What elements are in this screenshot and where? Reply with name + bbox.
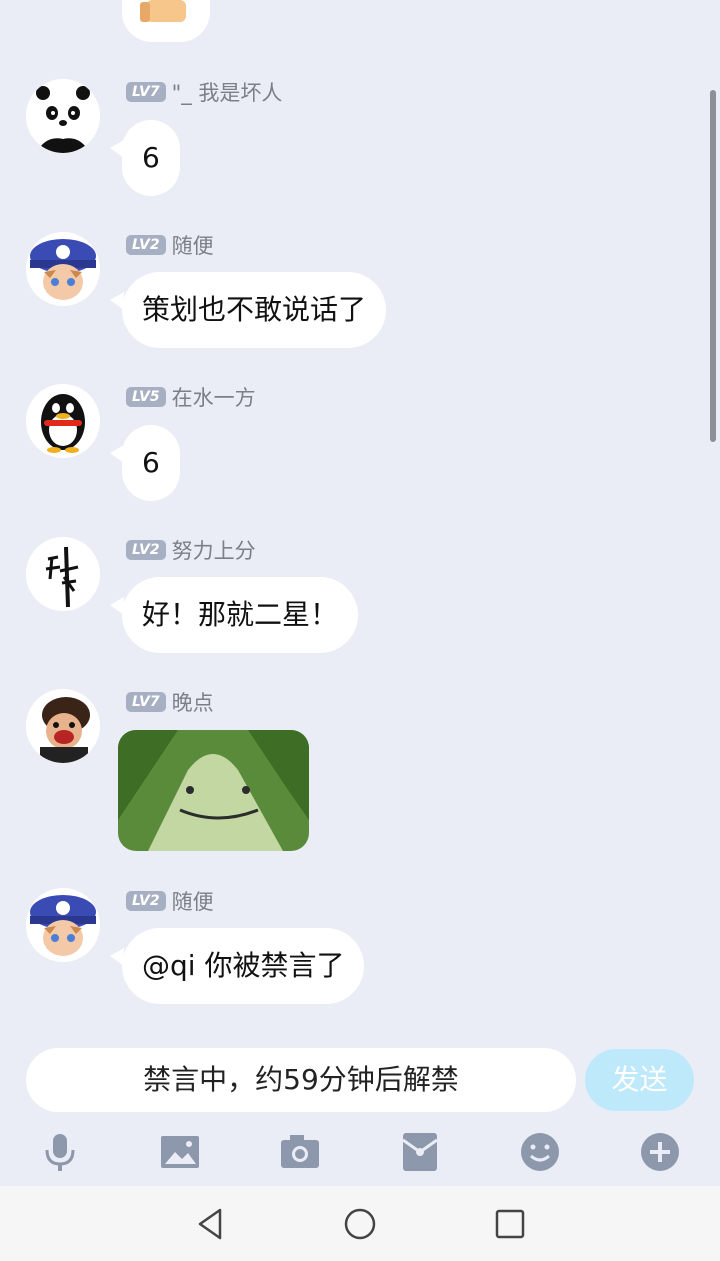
panda-avatar-icon: [26, 79, 100, 153]
calligraphy-avatar-icon: [26, 537, 100, 611]
input-bar: 禁言中，约59分钟后解禁 发送: [0, 1040, 720, 1120]
avatar[interactable]: [26, 79, 100, 153]
username[interactable]: 晚点: [172, 687, 214, 717]
penguin-avatar-icon: [26, 384, 100, 458]
red-packet-icon[interactable]: [396, 1128, 444, 1176]
microphone-icon[interactable]: [36, 1128, 84, 1176]
level-badge: LV2: [126, 235, 166, 255]
back-icon[interactable]: [192, 1206, 228, 1242]
image-icon[interactable]: [156, 1128, 204, 1176]
username[interactable]: 随便: [172, 230, 214, 260]
muted-input-field[interactable]: 禁言中，约59分钟后解禁: [26, 1048, 576, 1112]
captain-avatar-icon: [26, 232, 100, 306]
chat-area[interactable]: LV7 "_ 我是坏人 6 LV2 随便 策划也不敢说话了 LV5 在水一方 6…: [0, 0, 720, 1040]
cartoon-face-avatar-icon: [26, 689, 100, 763]
level-badge: LV7: [126, 82, 166, 102]
message-bubble[interactable]: @qi 你被禁言了: [109, 928, 365, 1004]
level-badge: LV5: [126, 387, 166, 407]
avatar[interactable]: [26, 888, 100, 962]
username[interactable]: 随便: [172, 886, 214, 916]
avatar[interactable]: [26, 384, 100, 458]
message-bubble[interactable]: 6: [110, 425, 180, 501]
green-face-sticker: [118, 730, 309, 851]
emoji-icon[interactable]: [516, 1128, 564, 1176]
level-badge: LV7: [126, 692, 166, 712]
image-message[interactable]: [118, 730, 309, 851]
message-bubble[interactable]: 策划也不敢说话了: [109, 272, 387, 348]
username[interactable]: 在水一方: [172, 382, 256, 412]
previous-message-bubble[interactable]: [122, 0, 210, 42]
scrollbar[interactable]: [710, 90, 716, 442]
level-badge: LV2: [126, 891, 166, 911]
username[interactable]: "_ 我是坏人: [172, 77, 283, 107]
avatar[interactable]: [26, 537, 100, 611]
recents-icon[interactable]: [492, 1206, 528, 1242]
level-badge: LV2: [126, 540, 166, 560]
username[interactable]: 努力上分: [172, 535, 256, 565]
camera-icon[interactable]: [276, 1128, 324, 1176]
input-toolbar: [0, 1120, 720, 1186]
send-button[interactable]: 发送: [585, 1049, 694, 1111]
avatar[interactable]: [26, 689, 100, 763]
home-icon[interactable]: [342, 1206, 378, 1242]
message-bubble[interactable]: 6: [110, 120, 180, 196]
plus-icon[interactable]: [636, 1128, 684, 1176]
thumbs-up-sticker: [140, 0, 186, 22]
avatar[interactable]: [26, 232, 100, 306]
captain-avatar-icon: [26, 888, 100, 962]
system-navigation-bar: [0, 1186, 720, 1261]
message-bubble[interactable]: 好！那就二星！: [109, 577, 359, 653]
